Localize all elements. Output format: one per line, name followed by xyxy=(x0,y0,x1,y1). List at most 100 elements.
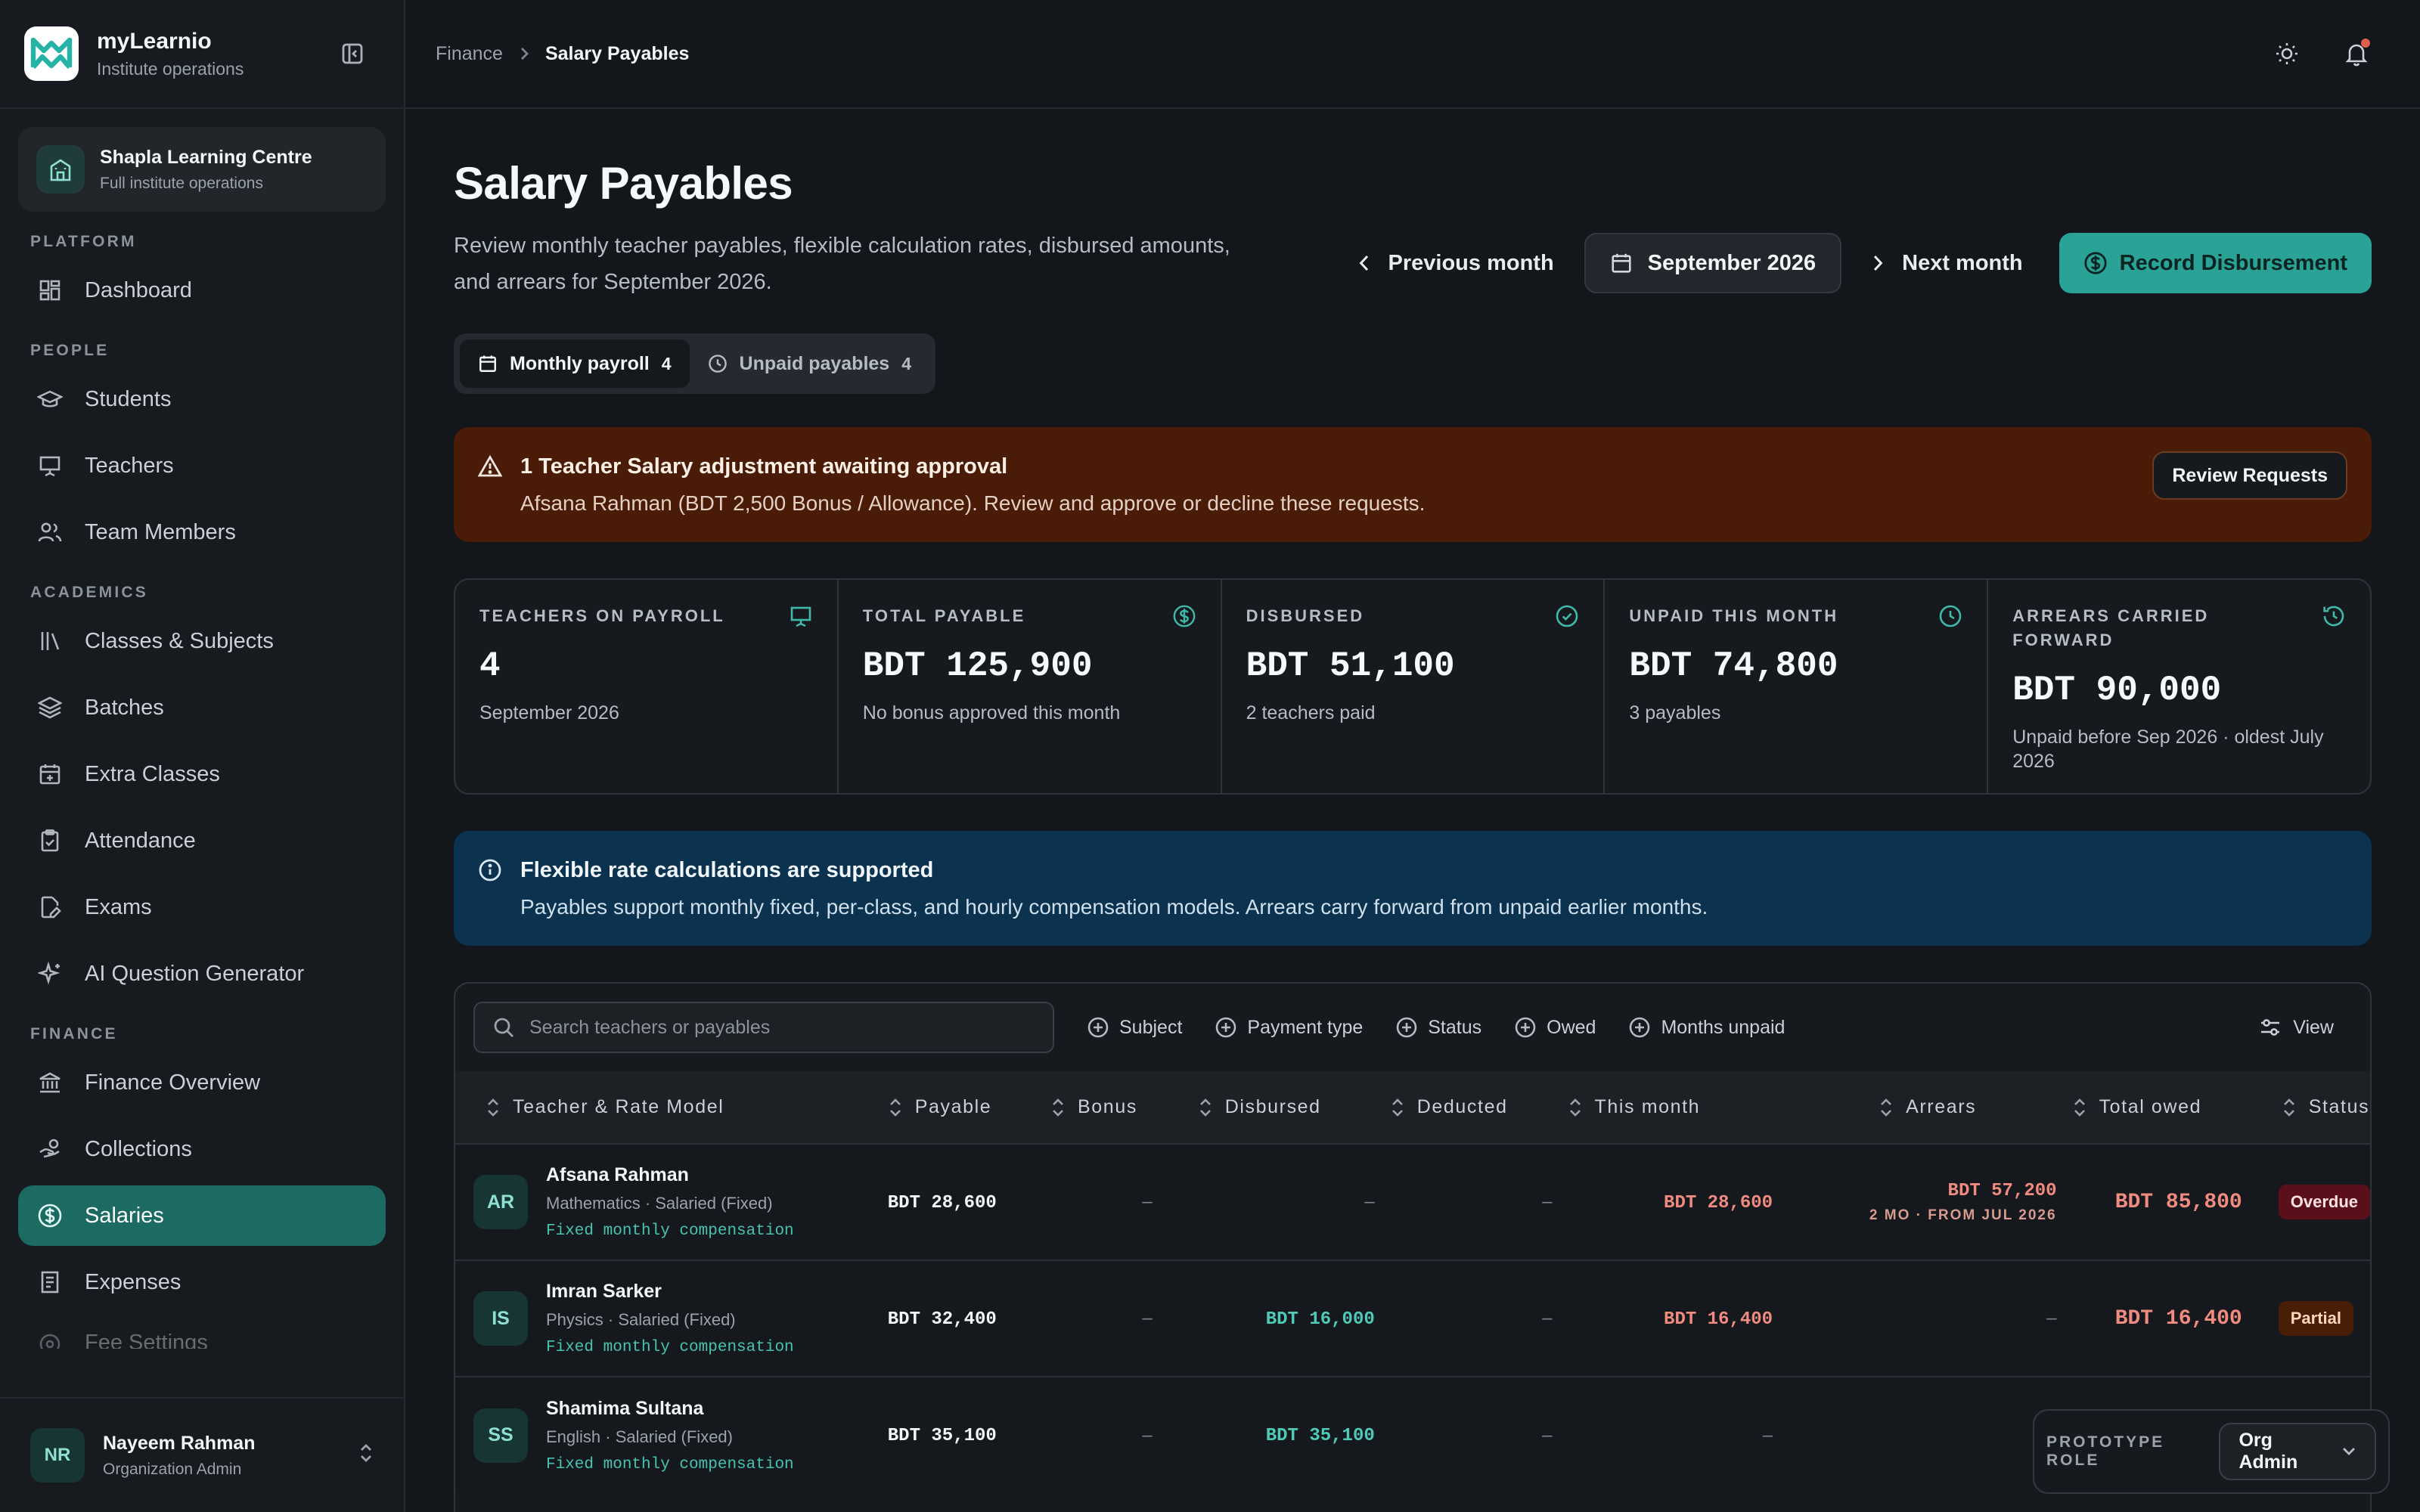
approval-alert-title: 1 Teacher Salary adjustment awaiting app… xyxy=(520,454,1008,479)
main-content: Finance Salary Payables Salary Payables … xyxy=(405,0,2420,1512)
month-picker-label: September 2026 xyxy=(1647,250,1817,275)
table-row[interactable]: AR Afsana Rahman Mathematics · Salaried (F… xyxy=(455,1144,2370,1260)
stat-value: BDT 90,000 xyxy=(2012,671,2222,710)
sidebar-item-fee-settings[interactable]: Fee Settings xyxy=(18,1318,386,1349)
sidebar-item-label: Fee Settings xyxy=(85,1331,208,1349)
avatar: IS xyxy=(473,1291,528,1346)
sidebar-item-label: Exams xyxy=(85,894,152,919)
sidebar-item-teachers[interactable]: Teachers xyxy=(18,435,386,496)
sidebar-item-students[interactable]: Students xyxy=(18,369,386,429)
total-owed-amount: BDT 16,400 xyxy=(2114,1306,2242,1331)
sidebar-item-label: Salaries xyxy=(85,1203,164,1228)
sidebar-collapse-icon[interactable] xyxy=(334,36,371,72)
sidebar-item-label: Dashboard xyxy=(85,277,192,302)
sort-icon xyxy=(1879,1097,1894,1118)
sidebar-item-finance-overview[interactable]: Finance Overview xyxy=(18,1052,386,1113)
chevron-right-icon xyxy=(1872,254,1884,272)
next-month-button[interactable]: Next month xyxy=(1857,233,2038,293)
stat-value: 4 xyxy=(479,646,501,686)
column-label: This month xyxy=(1594,1095,1701,1117)
search-input[interactable] xyxy=(529,1016,1013,1039)
status-badge: Overdue xyxy=(2278,1185,2370,1219)
column-header-disbursed[interactable]: Disbursed xyxy=(1198,1071,1390,1144)
theme-toggle-sun-icon[interactable] xyxy=(2269,36,2305,72)
column-header-arrears[interactable]: Arrears xyxy=(1818,1071,2057,1144)
stat-label: UNPAID THIS MONTH xyxy=(1629,606,1839,625)
search-field[interactable] xyxy=(473,1002,1054,1053)
table-row[interactable]: IS Imran Sarker Physics · Salaried (Fixed)… xyxy=(455,1260,2370,1377)
sidebar-item-ai-question-generator[interactable]: AI Question Generator xyxy=(18,943,386,1004)
payable-amount: BDT 32,400 xyxy=(887,1309,997,1330)
sidebar-item-label: Students xyxy=(85,386,172,411)
graduation-cap-icon xyxy=(36,386,64,413)
review-requests-button[interactable]: Review Requests xyxy=(2152,451,2347,500)
stat-value: BDT 74,800 xyxy=(1629,646,1838,686)
filter-label: Status xyxy=(1428,1016,1482,1038)
view-label: View xyxy=(2293,1016,2334,1038)
teacher-name[interactable]: Afsana Rahman xyxy=(546,1164,794,1186)
teacher-name[interactable]: Shamima Sultana xyxy=(546,1398,794,1420)
sidebar-item-attendance[interactable]: Attendance xyxy=(18,810,386,871)
sidebar-item-dashboard[interactable]: Dashboard xyxy=(18,260,386,321)
sidebar-item-batches[interactable]: Batches xyxy=(18,677,386,738)
disbursed-amount: BDT 16,000 xyxy=(1265,1309,1375,1330)
org-name: Shapla Learning Centre xyxy=(100,146,312,168)
stat-subtext: 2 teachers paid xyxy=(1246,702,1376,723)
sidebar-item-expenses[interactable]: Expenses xyxy=(18,1252,386,1312)
column-header-payable[interactable]: Payable xyxy=(888,1071,1050,1144)
calendar-plus-icon xyxy=(36,761,64,788)
building-icon xyxy=(36,145,85,194)
filter-label: Payment type xyxy=(1247,1016,1364,1038)
view-options-button[interactable]: View xyxy=(2260,1017,2334,1039)
breadcrumb-finance[interactable]: Finance xyxy=(436,43,503,65)
column-header-teacher[interactable]: Teacher & Rate Model xyxy=(455,1071,888,1144)
tab-monthly-payroll[interactable]: Monthly payroll 4 xyxy=(460,339,690,388)
sidebar-item-classes-subjects[interactable]: Classes & Subjects xyxy=(18,611,386,671)
bonus-amount: – xyxy=(1142,1308,1153,1328)
payroll-tabs: Monthly payroll 4 Unpaid payables 4 xyxy=(454,333,935,394)
teacher-rate-model: Fixed monthly compensation xyxy=(546,1455,794,1473)
sidebar: myLearnio Institute operations Shapla Le… xyxy=(0,0,405,1512)
sort-icon xyxy=(1390,1097,1405,1118)
filter-label: Months unpaid xyxy=(1661,1016,1786,1038)
organization-switcher[interactable]: Shapla Learning Centre Full institute op… xyxy=(18,127,386,212)
sidebar-item-collections[interactable]: Collections xyxy=(18,1119,386,1179)
filter-months-unpaid[interactable]: Months unpaid xyxy=(1629,1017,1785,1039)
sidebar-item-exams[interactable]: Exams xyxy=(18,877,386,937)
filter-subject[interactable]: Subject xyxy=(1087,1017,1182,1039)
nav-section-academics: ACADEMICS xyxy=(30,584,148,601)
brand-logo[interactable] xyxy=(24,26,79,81)
notification-bell-icon[interactable] xyxy=(2338,36,2375,72)
previous-month-button[interactable]: Previous month xyxy=(1343,233,1569,293)
chevrons-up-down-icon xyxy=(357,1442,375,1470)
column-header-bonus[interactable]: Bonus xyxy=(1050,1071,1198,1144)
brand-name: myLearnio xyxy=(97,28,212,54)
teacher-rate-model: Fixed monthly compensation xyxy=(546,1222,794,1240)
previous-month-label: Previous month xyxy=(1388,250,1554,275)
sidebar-item-label: Batches xyxy=(85,695,164,720)
column-header-this-month[interactable]: This month xyxy=(1568,1071,1819,1144)
tab-count: 4 xyxy=(901,353,911,373)
filter-payment-type[interactable]: Payment type xyxy=(1215,1017,1363,1039)
prototype-role-select[interactable]: Org Admin xyxy=(2219,1423,2376,1480)
sidebar-item-team-members[interactable]: Team Members xyxy=(18,502,386,562)
month-picker[interactable]: September 2026 xyxy=(1584,233,1842,293)
org-subtitle: Full institute operations xyxy=(100,174,263,192)
sidebar-item-extra-classes[interactable]: Extra Classes xyxy=(18,744,386,804)
column-header-status[interactable]: Status xyxy=(2257,1071,2370,1144)
user-menu[interactable]: NR Nayeem Rahman Organization Admin xyxy=(0,1397,404,1512)
sort-icon xyxy=(2282,1097,2297,1118)
column-header-deducted[interactable]: Deducted xyxy=(1390,1071,1568,1144)
prototype-role-label: PROTOTYPE ROLE xyxy=(2046,1433,2165,1469)
teacher-name[interactable]: Imran Sarker xyxy=(546,1281,794,1303)
table-header-row: Teacher & Rate Model Payable Bonus Disbu… xyxy=(455,1071,2370,1144)
filter-status[interactable]: Status xyxy=(1396,1017,1481,1039)
filter-owed[interactable]: Owed xyxy=(1515,1017,1596,1039)
teacher-subject: Mathematics · Salaried (Fixed) xyxy=(546,1194,773,1213)
this-month-amount: – xyxy=(1762,1424,1773,1445)
tab-unpaid-payables[interactable]: Unpaid payables 4 xyxy=(690,339,929,388)
column-label: Teacher & Rate Model xyxy=(513,1095,724,1117)
column-header-total-owed[interactable]: Total owed xyxy=(2057,1071,2257,1144)
sidebar-item-salaries[interactable]: Salaries xyxy=(18,1185,386,1246)
record-disbursement-button[interactable]: Record Disbursement xyxy=(2059,233,2372,293)
